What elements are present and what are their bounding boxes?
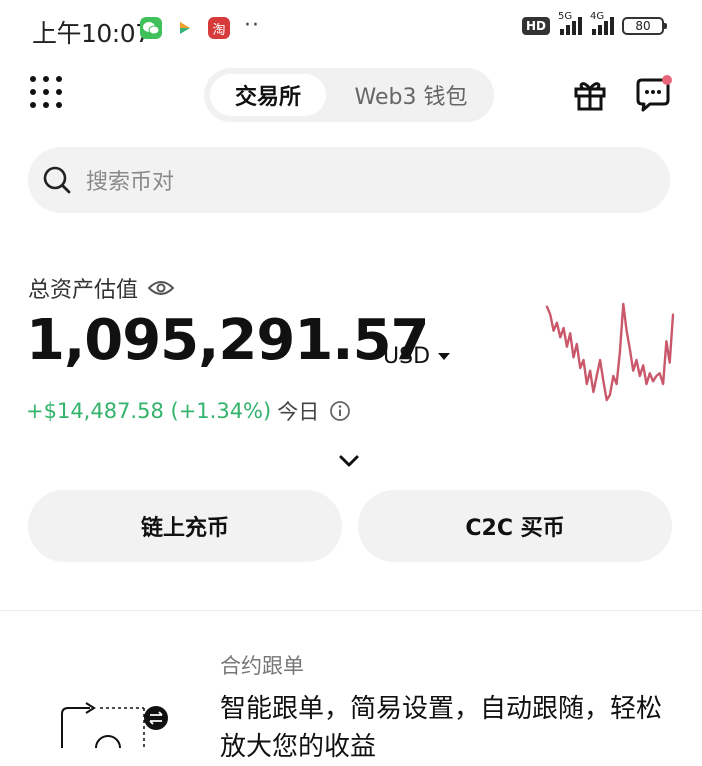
tab-web3-wallet[interactable]: Web3 钱包	[334, 74, 488, 116]
net-type-label: 5G	[558, 11, 573, 22]
info-icon[interactable]	[329, 400, 351, 422]
currency-label: USD	[383, 344, 431, 369]
deposit-button[interactable]: 链上充币	[28, 490, 342, 562]
battery-icon: 80	[622, 17, 667, 35]
total-assets-amount: 1,095,291.57	[26, 308, 430, 373]
currency-selector[interactable]: USD	[383, 344, 451, 369]
eye-icon[interactable]	[148, 279, 175, 297]
status-app-icons: 淘	[140, 17, 230, 39]
search-placeholder: 搜索币对	[86, 170, 175, 195]
pnl-period: 今日	[277, 400, 320, 424]
total-assets-title: 总资产估值	[28, 278, 139, 303]
daily-pnl: +$14,487.58 (+1.34%) 今日	[26, 396, 351, 426]
promo-title: 合约跟单	[220, 654, 304, 678]
status-bar: 上午10:07 淘 ·· HD 5G 4G 80	[0, 0, 702, 58]
net-type-label: 4G	[590, 11, 605, 22]
signal-4g-icon: 4G	[590, 11, 614, 35]
mode-switch: 交易所 Web3 钱包	[204, 68, 494, 122]
search-icon	[43, 166, 71, 194]
status-time: 上午10:07	[32, 19, 151, 48]
c2c-buy-button[interactable]: C2C 买币	[358, 490, 672, 562]
search-bar[interactable]: 搜索币对	[28, 147, 670, 213]
gift-icon[interactable]	[572, 76, 608, 112]
signal-5g-icon: 5G	[558, 11, 582, 35]
status-indicators: HD 5G 4G 80	[521, 11, 667, 35]
notification-dot	[662, 75, 672, 85]
asset-sparkline	[545, 302, 675, 402]
section-divider	[0, 610, 702, 611]
pnl-value: +$14,487.58 (+1.34%)	[26, 399, 272, 423]
sparkline-line	[545, 302, 675, 402]
grid-menu-icon[interactable]	[30, 76, 64, 110]
promo-text: 智能跟单，简易设置，自动跟随，轻松放大您的收益	[220, 694, 663, 762]
status-more-icon: ··	[244, 13, 260, 38]
hd-badge: HD	[521, 17, 550, 35]
message-icon[interactable]	[634, 74, 674, 112]
caret-down-icon	[438, 353, 451, 360]
copy-trading-illustration	[61, 702, 168, 748]
wechat-icon	[140, 17, 162, 39]
total-assets-label: 总资产估值	[28, 272, 175, 304]
video-icon	[174, 17, 196, 39]
chevron-down-icon[interactable]	[337, 452, 361, 470]
tab-exchange[interactable]: 交易所	[210, 74, 326, 116]
taobao-icon: 淘	[208, 17, 230, 39]
